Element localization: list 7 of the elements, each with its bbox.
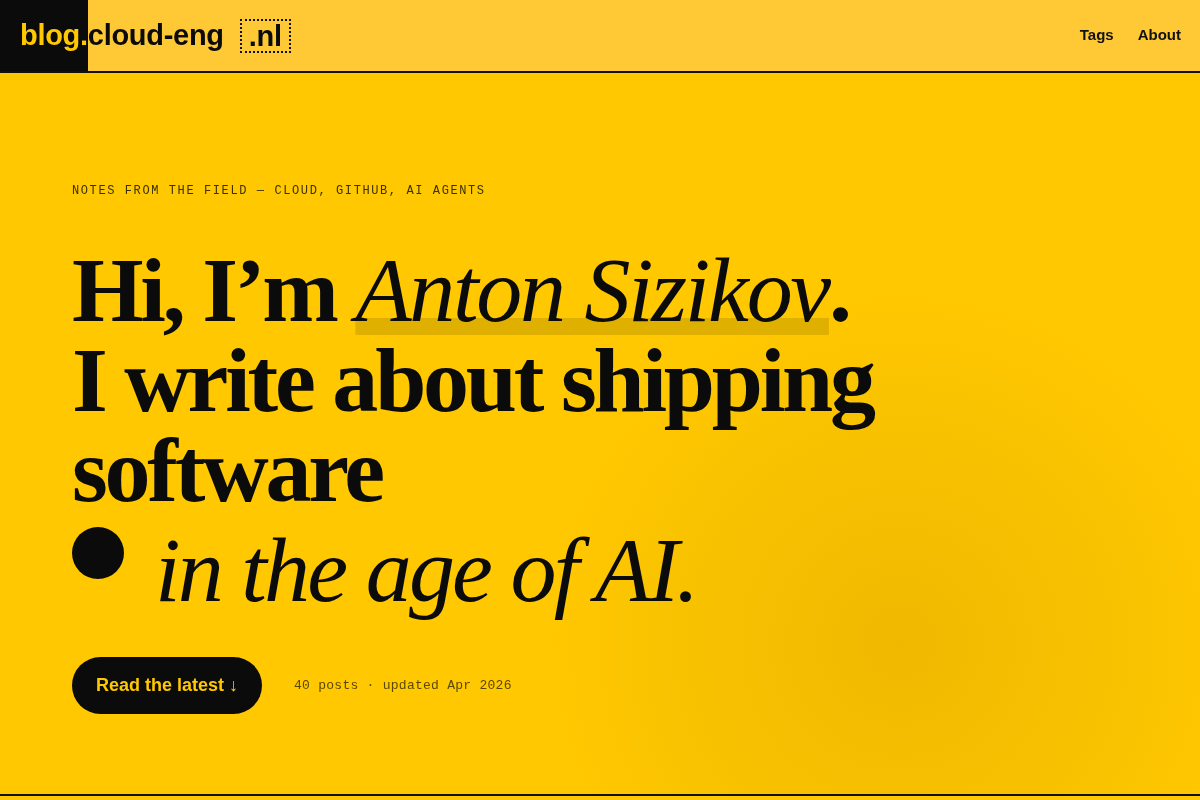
nav-link[interactable]: Tags [1079, 24, 1114, 47]
post-count-text: 40 posts · updated Apr 2026 [294, 676, 512, 695]
eyebrow-text: NOTES FROM THE FIELD — CLOUD, GITHUB, AI AGENTS [72, 183, 487, 199]
nav-link[interactable]: About [1137, 24, 1181, 47]
headline-text: in the age of AI. [155, 525, 698, 623]
read-latest-button[interactable]: Read the latest ↓ [72, 657, 263, 714]
site-logo[interactable]: blog.cloud-eng .nl [0, 0, 291, 71]
